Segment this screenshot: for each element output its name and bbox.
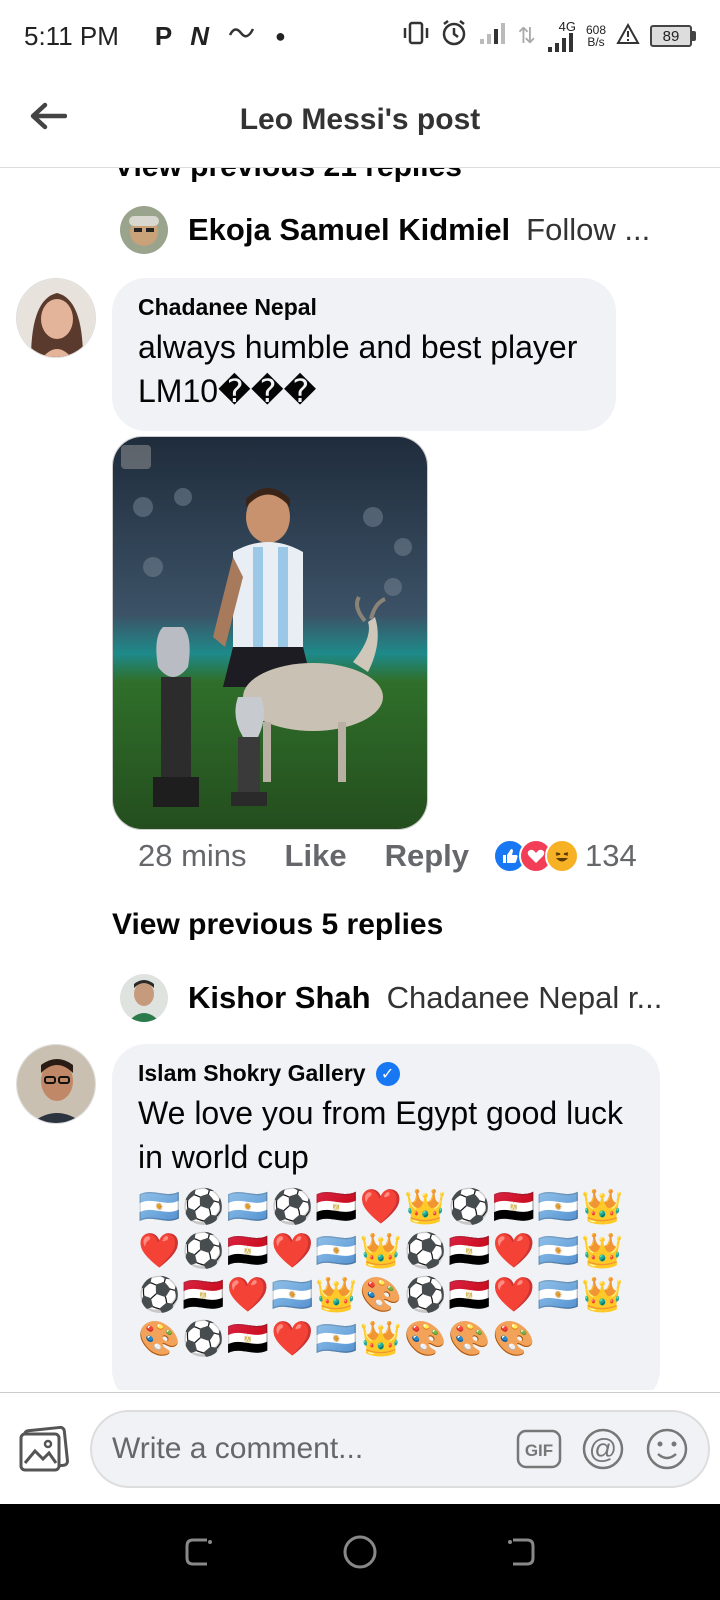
reply-snippet: Follow ... (526, 212, 651, 247)
comment-thread: View previous 21 replies Ekoja Samuel Ki… (0, 168, 720, 1390)
avatar[interactable] (16, 1044, 96, 1124)
data-arrows-icon: ⇅ (517, 23, 536, 48)
view-previous-replies[interactable]: View previous 5 replies (112, 908, 443, 942)
comment-text: We love you from Egypt good luck in worl… (138, 1095, 623, 1175)
signal-icon-2: 4G (546, 20, 576, 53)
post-header: Leo Messi's post (0, 72, 720, 168)
alarm-icon (440, 19, 468, 54)
net-speed-unit: B/s (587, 35, 605, 49)
back-nav-button[interactable] (498, 1530, 542, 1574)
gif-label: GIF (525, 1441, 553, 1460)
signal-icon-1 (478, 21, 508, 52)
notification-dot-icon: ● (275, 25, 286, 46)
comment-text: always humble and best player LM10��� (138, 329, 578, 409)
home-button[interactable] (338, 1530, 382, 1574)
status-bar: 5:11 PM P N ● ⇅ 4G 608 B/s 89 (0, 0, 720, 72)
avatar[interactable] (16, 278, 96, 358)
comment-photo[interactable] (112, 436, 428, 830)
comment-bubble[interactable]: Chadanee Nepal always humble and best pl… (112, 278, 616, 431)
reaction-count: 134 (585, 838, 637, 873)
reply-author: Ekoja Samuel Kidmiel (188, 212, 511, 247)
net-speed: 608 B/s (586, 24, 606, 48)
network-type-label: 4G (558, 18, 576, 34)
emoji-button[interactable] (644, 1426, 690, 1472)
system-nav-bar (0, 1504, 720, 1600)
home-circle-icon (343, 1535, 377, 1569)
battery-level: 89 (650, 25, 692, 47)
recents-icon (185, 1538, 212, 1566)
comment-time: 28 mins (138, 838, 247, 873)
avatar (120, 206, 168, 254)
vibrate-icon (402, 20, 430, 53)
gif-icon: GIF (516, 1429, 562, 1468)
reaction-summary[interactable]: 134 (493, 838, 637, 874)
avatar (120, 974, 168, 1022)
gallery-icon (19, 1425, 69, 1471)
view-previous-replies-top[interactable]: View previous 21 replies (114, 168, 462, 184)
comment-composer: GIF @ (0, 1392, 720, 1504)
battery-icon: 89 (650, 25, 696, 47)
back-button[interactable] (26, 94, 70, 138)
like-button[interactable]: Like (285, 838, 347, 874)
comment-input-box[interactable]: GIF @ (90, 1409, 710, 1488)
emoji-line: ⚽🇪🇬❤️🇦🇷👑🎨⚽🇪🇬❤️🇦🇷👑 (138, 1276, 626, 1314)
reply-author: Kishor Shah (188, 980, 371, 1015)
notification-app-icon (227, 21, 257, 52)
status-time: 5:11 PM (24, 20, 119, 51)
comment-bubble[interactable]: Islam Shokry Gallery ✓ We love you from … (112, 1044, 660, 1390)
comment-author[interactable]: Chadanee Nepal (138, 294, 590, 321)
reply-button[interactable]: Reply (385, 838, 469, 874)
arrow-left-icon (30, 102, 67, 130)
recents-button[interactable] (178, 1530, 222, 1574)
emoji-line: ❤️⚽🇪🇬❤️🇦🇷👑⚽🇪🇬❤️🇦🇷👑 (138, 1232, 626, 1270)
page-title: Leo Messi's post (239, 102, 481, 136)
comment-input[interactable] (112, 1431, 498, 1466)
back-nav-icon (508, 1538, 535, 1566)
smiley-icon (646, 1428, 688, 1469)
photo-gallery-button[interactable] (18, 1421, 70, 1477)
n-app-icon: N (190, 20, 210, 51)
comment-author[interactable]: Islam Shokry Gallery (138, 1060, 366, 1087)
emoji-line: 🎨⚽🇪🇬❤️🇦🇷👑🎨🎨🎨 (138, 1320, 538, 1358)
p-app-icon: P (154, 20, 173, 51)
comment-actions: 28 mins Like Reply 134 (138, 838, 678, 874)
verified-badge-icon: ✓ (375, 1061, 400, 1086)
at-label: @ (589, 1433, 617, 1464)
reply-snippet: Chadanee Nepal r... (386, 980, 663, 1015)
reply-preview-ekoja[interactable]: Ekoja Samuel Kidmiel Follow ... (120, 206, 650, 254)
emoji-block: 🇦🇷⚽🇦🇷⚽🇪🇬❤️👑⚽🇪🇬🇦🇷👑 ❤️⚽🇪🇬❤️🇦🇷👑⚽🇪🇬❤️🇦🇷👑 ⚽🇪🇬… (138, 1185, 634, 1361)
haha-reaction-icon (545, 839, 579, 873)
reply-preview-kishor[interactable]: Kishor Shah Chadanee Nepal r... (120, 974, 662, 1022)
mention-button[interactable]: @ (580, 1426, 626, 1472)
at-icon: @ (582, 1428, 624, 1469)
comment-author-row: Islam Shokry Gallery ✓ (138, 1060, 634, 1087)
gif-button[interactable]: GIF (516, 1426, 562, 1472)
emoji-line: 🇦🇷⚽🇦🇷⚽🇪🇬❤️👑⚽🇪🇬🇦🇷👑 (138, 1188, 626, 1226)
warning-icon (616, 21, 640, 52)
